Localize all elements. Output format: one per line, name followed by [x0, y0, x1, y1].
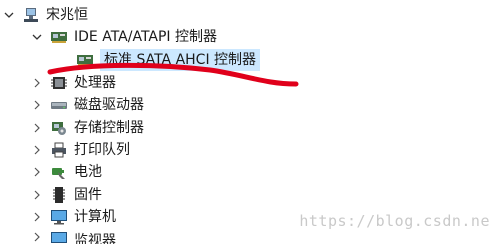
tree-node-label: 固件: [74, 187, 102, 203]
tree-node-storage-controller[interactable]: 存储控制器: [30, 117, 144, 139]
tree-node-label: 计算机: [74, 209, 116, 225]
chevron-right-icon[interactable]: [30, 230, 44, 244]
tree-node-label-selected: 标准 SATA AHCI 控制器: [100, 49, 261, 71]
device-tree: 宋兆恒 IDE ATA/ATAPI 控制器 标准 SATA AHCI 控制器 处…: [0, 0, 496, 244]
tree-node-label: 存储控制器: [74, 120, 144, 136]
chevron-right-icon[interactable]: [30, 98, 44, 112]
chevron-down-icon[interactable]: [2, 8, 16, 22]
tree-node-label: 宋兆恒: [46, 7, 88, 23]
tree-node-computer[interactable]: 计算机: [30, 206, 116, 228]
controller-card-icon: [50, 28, 68, 46]
disk-drive-icon: [50, 96, 68, 114]
chevron-right-icon[interactable]: [30, 188, 44, 202]
watermark-text: https://blog.csdn.ne: [299, 212, 490, 230]
chevron-right-icon[interactable]: [30, 143, 44, 157]
chevron-right-icon[interactable]: [30, 210, 44, 224]
cpu-chip-icon: [50, 74, 68, 92]
storage-controller-icon: [50, 119, 68, 137]
chevron-right-icon[interactable]: [30, 76, 44, 90]
controller-card-icon: [76, 51, 94, 69]
chevron-down-icon[interactable]: [30, 30, 44, 44]
chevron-right-icon[interactable]: [30, 121, 44, 135]
tree-node-battery[interactable]: 电池: [30, 161, 102, 183]
tree-node-ide-controller[interactable]: IDE ATA/ATAPI 控制器: [30, 26, 217, 48]
monitor-icon: [50, 230, 68, 244]
tree-node-processor[interactable]: 处理器: [30, 72, 116, 94]
tree-node-label: 打印队列: [74, 142, 130, 158]
monitor-icon: [50, 208, 68, 226]
tree-node-print-queue[interactable]: 打印队列: [30, 139, 130, 161]
tree-node-label: 磁盘驱动器: [74, 97, 144, 113]
tree-node-monitor[interactable]: 监视器: [30, 230, 116, 244]
tree-node-sata-controller[interactable]: 标准 SATA AHCI 控制器: [76, 49, 261, 71]
tree-node-computer-root[interactable]: 宋兆恒: [2, 4, 88, 26]
chevron-right-icon[interactable]: [30, 165, 44, 179]
tree-node-label: 电池: [74, 164, 102, 180]
tree-node-label: 监视器: [74, 233, 116, 244]
tree-node-firmware[interactable]: 固件: [30, 184, 102, 206]
firmware-chip-icon: [50, 186, 68, 204]
computer-icon: [22, 6, 40, 24]
tree-node-label: IDE ATA/ATAPI 控制器: [74, 29, 218, 45]
battery-icon: [50, 163, 68, 181]
tree-node-label: 处理器: [74, 75, 116, 91]
tree-node-disk-drive[interactable]: 磁盘驱动器: [30, 94, 144, 116]
printer-icon: [50, 141, 68, 159]
